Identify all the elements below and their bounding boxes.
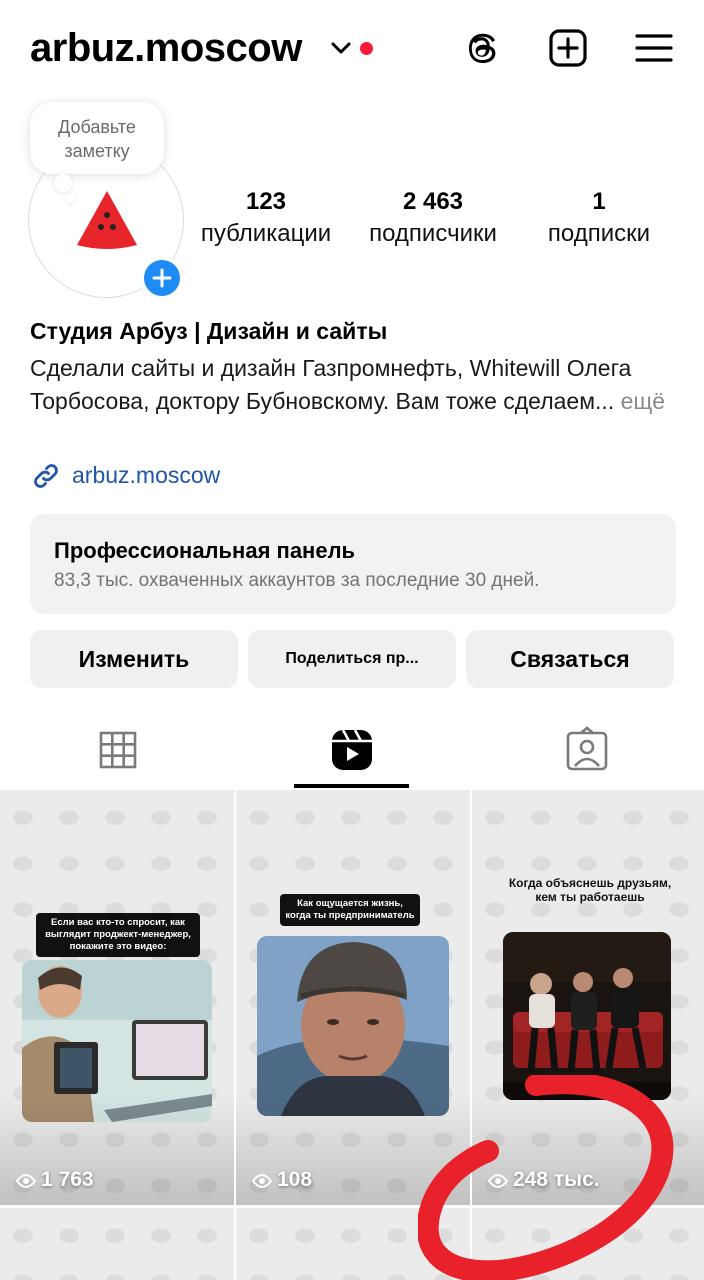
note-line-2: заметку — [64, 141, 130, 161]
reel-tile[interactable] — [472, 1208, 704, 1280]
stat-label: публикации — [200, 220, 332, 247]
reel-views: 248 тыс. — [487, 1168, 600, 1192]
share-profile-button[interactable]: Поделиться пр... — [248, 630, 456, 688]
plus-icon — [152, 268, 172, 288]
reel-tile[interactable] — [236, 1208, 470, 1280]
profile-bio: Сделали сайты и дизайн Газпромнефть, Whi… — [30, 352, 680, 418]
reel-caption: Когда объяснешь друзьям, кем ты работаеш… — [508, 876, 672, 904]
play-views-icon — [251, 1174, 273, 1188]
stat-label: подписки — [547, 220, 651, 247]
professional-dashboard[interactable]: Профессиональная панель 83,3 тыс. охваче… — [30, 514, 676, 614]
stat-followers[interactable]: 2 463 подписчики — [358, 186, 508, 250]
stat-posts[interactable]: 123 публикации — [192, 186, 340, 250]
note-bubble-tail — [54, 174, 72, 192]
bio-text: Сделали сайты и дизайн Газпромнефть, Whi… — [30, 355, 632, 414]
reel-views: 108 — [251, 1168, 313, 1192]
play-views-icon — [487, 1174, 509, 1188]
stat-number: 123 — [245, 188, 287, 215]
reel-tile[interactable]: Если вас кто-то спросит, как выглядит пр… — [0, 790, 234, 1205]
add-post-icon[interactable] — [548, 28, 588, 68]
reel-tile[interactable]: Как ощущается жизнь, когда ты предприним… — [236, 790, 470, 1205]
link-icon — [34, 464, 58, 488]
reel-thumbnail — [503, 932, 671, 1100]
play-views-icon — [15, 1174, 37, 1188]
watermelon-logo — [77, 191, 137, 249]
pro-panel-subtitle: 83,3 тыс. охваченных аккаунтов за послед… — [54, 570, 540, 591]
pro-panel-title: Профессиональная панель — [54, 538, 356, 563]
edit-profile-button[interactable]: Изменить — [30, 630, 238, 688]
profile-name: Студия Арбуз | Дизайн и сайты — [30, 318, 388, 344]
tagged-icon[interactable] — [557, 720, 617, 780]
menu-icon[interactable] — [634, 28, 674, 68]
reel-tile[interactable] — [0, 1208, 234, 1280]
add-note-bubble[interactable]: Добавьте заметку — [30, 102, 164, 174]
link-text[interactable]: arbuz.moscow — [72, 462, 220, 489]
reels-grid: Если вас кто-то спросит, как выглядит пр… — [0, 790, 704, 1280]
username[interactable]: arbuz.moscow — [30, 26, 302, 71]
stat-number: 1 — [592, 188, 606, 215]
stat-label: подписчики — [369, 220, 497, 247]
reels-icon[interactable] — [322, 720, 382, 780]
reel-views: 1 763 — [15, 1168, 94, 1192]
note-line-1: Добавьте — [58, 117, 136, 137]
threads-icon[interactable] — [462, 28, 502, 68]
reel-caption: Как ощущается жизнь, когда ты предприним… — [280, 894, 420, 926]
active-tab-indicator — [294, 784, 409, 788]
reel-thumbnail — [257, 936, 449, 1116]
profile-header: arbuz.moscow — [0, 0, 704, 100]
reel-view-count: 1 763 — [41, 1168, 94, 1191]
chevron-down-icon[interactable] — [330, 40, 352, 58]
add-story-button[interactable] — [140, 256, 184, 300]
reel-caption: Если вас кто-то спросит, как выглядит пр… — [36, 913, 200, 957]
reel-view-count: 108 — [277, 1168, 313, 1191]
stat-following[interactable]: 1 подписки — [534, 186, 664, 250]
stat-number: 2 463 — [402, 188, 464, 215]
bio-more-link[interactable]: ещё — [614, 388, 666, 414]
notification-dot — [360, 42, 373, 55]
reel-tile[interactable]: Когда объяснешь друзьям, кем ты работаеш… — [472, 790, 704, 1205]
grid-icon[interactable] — [88, 720, 148, 780]
contact-button[interactable]: Связаться — [466, 630, 674, 688]
note-bubble-tail — [66, 194, 75, 203]
reel-view-count: 248 тыс. — [513, 1168, 600, 1191]
